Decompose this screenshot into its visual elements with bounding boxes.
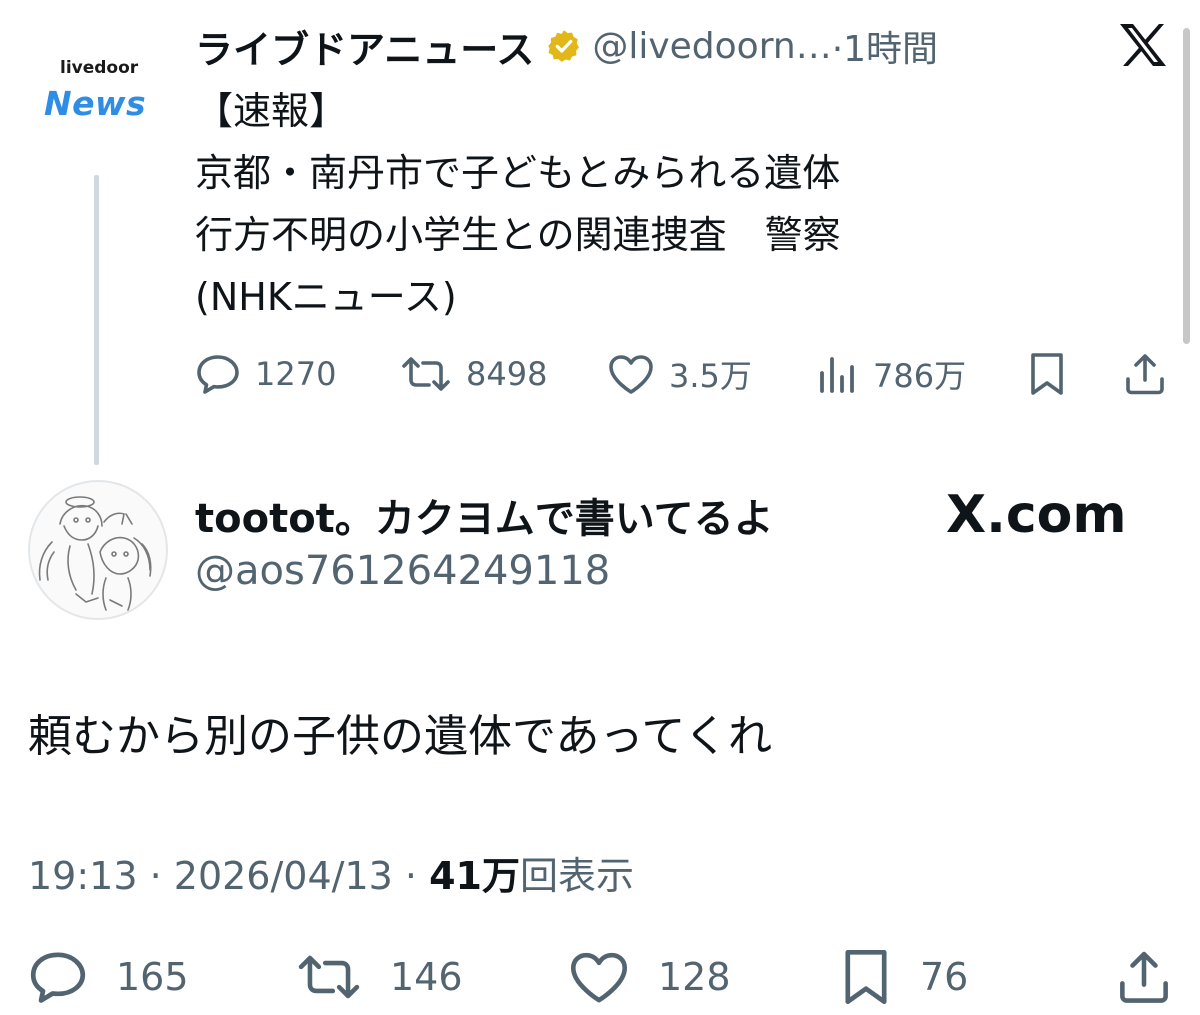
tweet-date[interactable]: 2026/04/13: [174, 854, 393, 898]
user-avatar[interactable]: [28, 480, 168, 620]
quoted-bookmark-button[interactable]: [1027, 346, 1067, 402]
avatar-brand-news: News: [44, 84, 147, 123]
quoted-like-count: 3.5万: [669, 357, 752, 395]
tweet-view-count: 41万: [429, 854, 520, 898]
tweet-text: 頼むから別の子供の遺体であってくれ: [28, 711, 773, 762]
reply-button[interactable]: 165: [28, 945, 189, 1009]
bookmark-icon: [840, 948, 892, 1006]
meta-separator: ·: [404, 854, 430, 898]
reply-icon: [28, 949, 88, 1005]
views-icon: [817, 355, 859, 393]
reply-icon: [195, 353, 241, 395]
like-button[interactable]: 128: [568, 945, 731, 1009]
avatar-brand-top: livedoor: [60, 58, 139, 78]
livedoor-news-avatar[interactable]: livedoor News: [40, 52, 160, 132]
x-com-watermark: X.com: [946, 485, 1127, 545]
share-button[interactable]: [1116, 945, 1172, 1009]
quoted-author-handle[interactable]: @livedoorn…: [592, 26, 831, 67]
repost-icon: [400, 354, 452, 394]
scrollbar[interactable]: [1183, 28, 1190, 344]
quoted-views-button[interactable]: 786万: [817, 346, 966, 402]
repost-button[interactable]: 146: [296, 945, 463, 1009]
quoted-tweet-line: 【速報】: [195, 89, 348, 133]
quoted-tweet-line: (NHKニュース): [195, 275, 457, 319]
thread-line: [94, 175, 99, 465]
bookmark-icon: [1027, 352, 1067, 396]
quoted-repost-count: 8498: [466, 355, 548, 393]
quoted-like-button[interactable]: 3.5万: [607, 346, 752, 402]
quoted-tweet-line: 京都・南丹市で子どもとみられる遺体: [195, 151, 841, 195]
share-icon: [1116, 949, 1172, 1005]
user-display-name[interactable]: tootot。カクヨムで書いてるよ: [195, 486, 774, 544]
quoted-tweet-time[interactable]: ·1時間: [832, 20, 938, 72]
tweet-metadata: 19:13 · 2026/04/13 · 41万回表示: [28, 845, 634, 900]
like-icon: [607, 353, 655, 395]
reply-count: 165: [116, 955, 189, 999]
quoted-tweet-actions: 1270 8498 3.5万 786万: [195, 346, 1175, 402]
quoted-reply-count: 1270: [255, 355, 337, 393]
repost-icon: [296, 951, 362, 1003]
user-handle[interactable]: @aos761264249118: [195, 548, 610, 594]
quoted-author-name[interactable]: ライブドアニュース: [195, 19, 534, 74]
bookmark-button[interactable]: 76: [840, 945, 968, 1009]
quoted-tweet-header: ライブドアニュース @livedoorn… ·1時間: [195, 18, 938, 74]
verified-badge-icon: [546, 28, 582, 64]
quoted-reply-button[interactable]: 1270: [195, 346, 336, 402]
bookmark-count: 76: [920, 955, 969, 999]
repost-count: 146: [390, 955, 463, 999]
share-icon: [1123, 352, 1167, 396]
tweet-time[interactable]: 19:13: [28, 854, 138, 898]
quoted-tweet-text: 【速報】 京都・南丹市で子どもとみられる遺体 行方不明の小学生との関連捜査 警察…: [195, 80, 841, 328]
tweet-actions: 165 146 128 76: [28, 945, 1178, 1009]
tweet-view-label: 回表示: [519, 854, 634, 898]
meta-separator: ·: [149, 854, 174, 898]
quoted-share-button[interactable]: [1123, 346, 1167, 402]
like-count: 128: [658, 955, 731, 999]
quoted-tweet-line: 行方不明の小学生との関連捜査 警察: [195, 213, 841, 257]
x-logo-icon[interactable]: [1118, 22, 1168, 68]
quoted-views-count: 786万: [873, 357, 967, 395]
quoted-repost-button[interactable]: 8498: [400, 346, 547, 402]
like-icon: [568, 950, 630, 1004]
